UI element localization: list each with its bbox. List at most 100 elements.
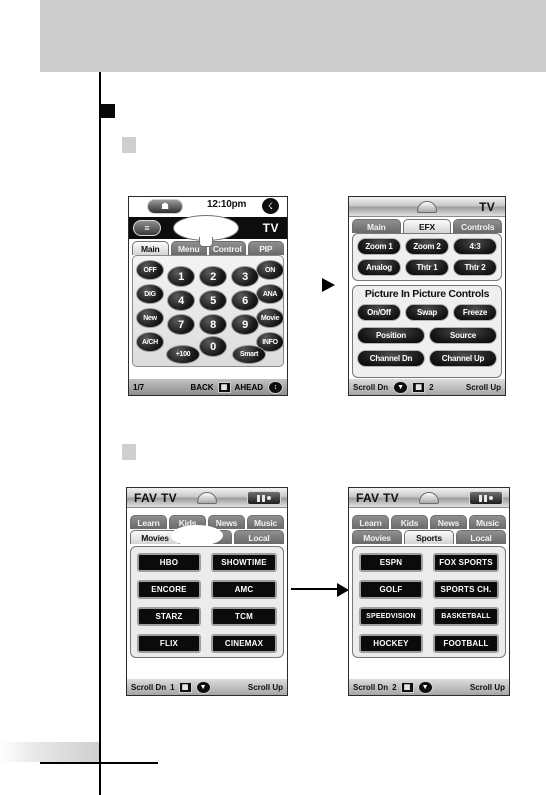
key-1[interactable]: 1 (167, 266, 195, 287)
key-plus-100[interactable]: +100 (166, 345, 200, 364)
remote-screen-fav-tv-sports[interactable]: FAV TV Learn Kids News Music Movies Spor… (348, 487, 510, 696)
key-pip-source[interactable]: Source (429, 327, 497, 344)
page-banner (40, 0, 546, 72)
tab-news[interactable]: News (430, 515, 467, 529)
key-movie[interactable]: Movie (256, 308, 284, 328)
key-zoom-2[interactable]: Zoom 2 (405, 238, 449, 255)
scroll-up-label[interactable]: Scroll Up (470, 683, 505, 692)
key-zoom-1[interactable]: Zoom 1 (357, 238, 401, 255)
fav-movies-tabbar-row2[interactable]: Movies Local (127, 525, 287, 546)
key-amc[interactable]: AMC (211, 580, 277, 599)
fav-sports-statusbar[interactable]: Scroll Dn 2 ▦ ▼ Scroll Up (349, 679, 509, 695)
book-icon[interactable]: ▦ (412, 381, 426, 393)
key-pip-swap[interactable]: Swap (405, 304, 449, 321)
key-5[interactable]: 5 (199, 290, 227, 311)
dome-icon (197, 492, 217, 504)
key-new[interactable]: New (136, 308, 164, 328)
back-label[interactable]: BACK (190, 383, 213, 392)
book-icon[interactable]: ▦ (217, 381, 231, 393)
tab-main[interactable]: Main (132, 241, 169, 255)
scroll-down-icon[interactable]: ▼ (195, 680, 211, 694)
tab-music[interactable]: Music (469, 515, 506, 529)
key-6[interactable]: 6 (231, 290, 259, 311)
tab-main[interactable]: Main (352, 219, 401, 233)
scroll-down-icon[interactable]: ▼ (417, 680, 433, 694)
efx-title: TV (479, 199, 495, 214)
key-on[interactable]: ON (256, 260, 284, 280)
key-dig[interactable]: DIG (136, 284, 164, 304)
tab-sports[interactable]: Sports (404, 530, 454, 544)
key-football[interactable]: FOOTBALL (433, 634, 499, 653)
ahead-label[interactable]: AHEAD (235, 383, 263, 392)
menu-list-icon[interactable]: ≡ (133, 220, 161, 236)
tab-learn[interactable]: Learn (352, 515, 389, 529)
fav-sports-tabbar-row1[interactable]: Learn Kids News Music (349, 508, 509, 529)
key-sports-ch[interactable]: SPORTS CH. (433, 580, 499, 599)
page-indicator: 1 (170, 682, 175, 692)
key-4-3[interactable]: 4:3 (453, 238, 497, 255)
main-statusbar[interactable]: 1/7 BACK ▦ AHEAD ↕ (129, 379, 287, 395)
tab-controls[interactable]: Controls (453, 219, 503, 233)
remote-screen-tv-main[interactable]: ☗ 12:10pm ☇ ≡ TV Main Menu Control PIP O… (128, 196, 288, 396)
tab-local[interactable]: Local (456, 530, 506, 544)
tab-kids[interactable]: Kids (391, 515, 428, 529)
scroll-down-label[interactable]: Scroll Dn (353, 383, 388, 392)
key-analog[interactable]: Analog (357, 259, 401, 276)
key-basketball[interactable]: BASKETBALL (433, 607, 499, 626)
device-icon (247, 491, 281, 505)
key-speedvision[interactable]: SPEEDVISION (359, 607, 423, 626)
key-pip-freeze[interactable]: Freeze (453, 304, 497, 321)
key-0[interactable]: 0 (199, 336, 227, 357)
key-showtime[interactable]: SHOWTIME (211, 553, 277, 572)
key-3[interactable]: 3 (231, 266, 259, 287)
clock-label: 12:10pm (207, 199, 247, 210)
remote-screen-fav-tv-movies[interactable]: FAV TV Learn Kids News Music Movies Loca… (126, 487, 288, 696)
key-pip-channel-dn[interactable]: Channel Dn (357, 350, 425, 367)
key-flix[interactable]: FLIX (137, 634, 201, 653)
scroll-up-label[interactable]: Scroll Up (466, 383, 501, 392)
key-encore[interactable]: ENCORE (137, 580, 201, 599)
key-4[interactable]: 4 (167, 290, 195, 311)
efx-statusbar[interactable]: Scroll Dn ▼ ▦ 2 Scroll Up (349, 379, 505, 395)
book-icon[interactable]: ▦ (178, 681, 192, 693)
key-hbo[interactable]: HBO (137, 553, 201, 572)
scroll-down-icon[interactable]: ▼ (393, 380, 409, 394)
key-off[interactable]: OFF (136, 260, 164, 280)
efx-tabbar[interactable]: Main EFX Controls (349, 217, 505, 233)
tab-learn[interactable]: Learn (130, 515, 167, 529)
home-icon[interactable]: ☗ (147, 199, 183, 214)
key-thtr-1[interactable]: Thtr 1 (405, 259, 449, 276)
key-golf[interactable]: GOLF (359, 580, 423, 599)
key-hockey[interactable]: HOCKEY (359, 634, 423, 653)
key-9[interactable]: 9 (231, 314, 259, 335)
key-2[interactable]: 2 (199, 266, 227, 287)
key-pip-channel-up[interactable]: Channel Up (429, 350, 497, 367)
fav-movies-statusbar[interactable]: Scroll Dn 1 ▦ ▼ Scroll Up (127, 679, 287, 695)
key-tcm[interactable]: TCM (211, 607, 277, 626)
fav-sports-tabbar-row2[interactable]: Movies Sports Local (349, 529, 509, 544)
tab-pip[interactable]: PIP (247, 241, 284, 255)
key-pip-position[interactable]: Position (357, 327, 425, 344)
tab-music[interactable]: Music (247, 515, 284, 529)
key-smart[interactable]: Smart (232, 345, 266, 364)
key-fox-sports[interactable]: FOX SPORTS (433, 553, 499, 572)
tab-control[interactable]: Control (209, 241, 246, 255)
key-8[interactable]: 8 (199, 314, 227, 335)
key-a-ch[interactable]: A/CH (136, 332, 164, 352)
key-espn[interactable]: ESPN (359, 553, 423, 572)
scroll-down-label[interactable]: Scroll Dn (353, 683, 388, 692)
tab-movies[interactable]: Movies (352, 530, 402, 544)
key-pip-on-off[interactable]: On/Off (357, 304, 401, 321)
key-starz[interactable]: STARZ (137, 607, 201, 626)
scroll-up-label[interactable]: Scroll Up (248, 683, 283, 692)
updown-arrows-icon[interactable]: ↕ (268, 380, 283, 394)
remote-screen-tv-efx[interactable]: TV Main EFX Controls Zoom 1 Zoom 2 4:3 A… (348, 196, 506, 396)
key-thtr-2[interactable]: Thtr 2 (453, 259, 497, 276)
key-ana[interactable]: ANA (256, 284, 284, 304)
key-7[interactable]: 7 (167, 314, 195, 335)
scroll-down-label[interactable]: Scroll Dn (131, 683, 166, 692)
tab-efx[interactable]: EFX (402, 219, 452, 233)
key-cinemax[interactable]: CINEMAX (211, 634, 277, 653)
book-icon[interactable]: ▦ (400, 681, 414, 693)
tab-local[interactable]: Local (234, 530, 284, 544)
